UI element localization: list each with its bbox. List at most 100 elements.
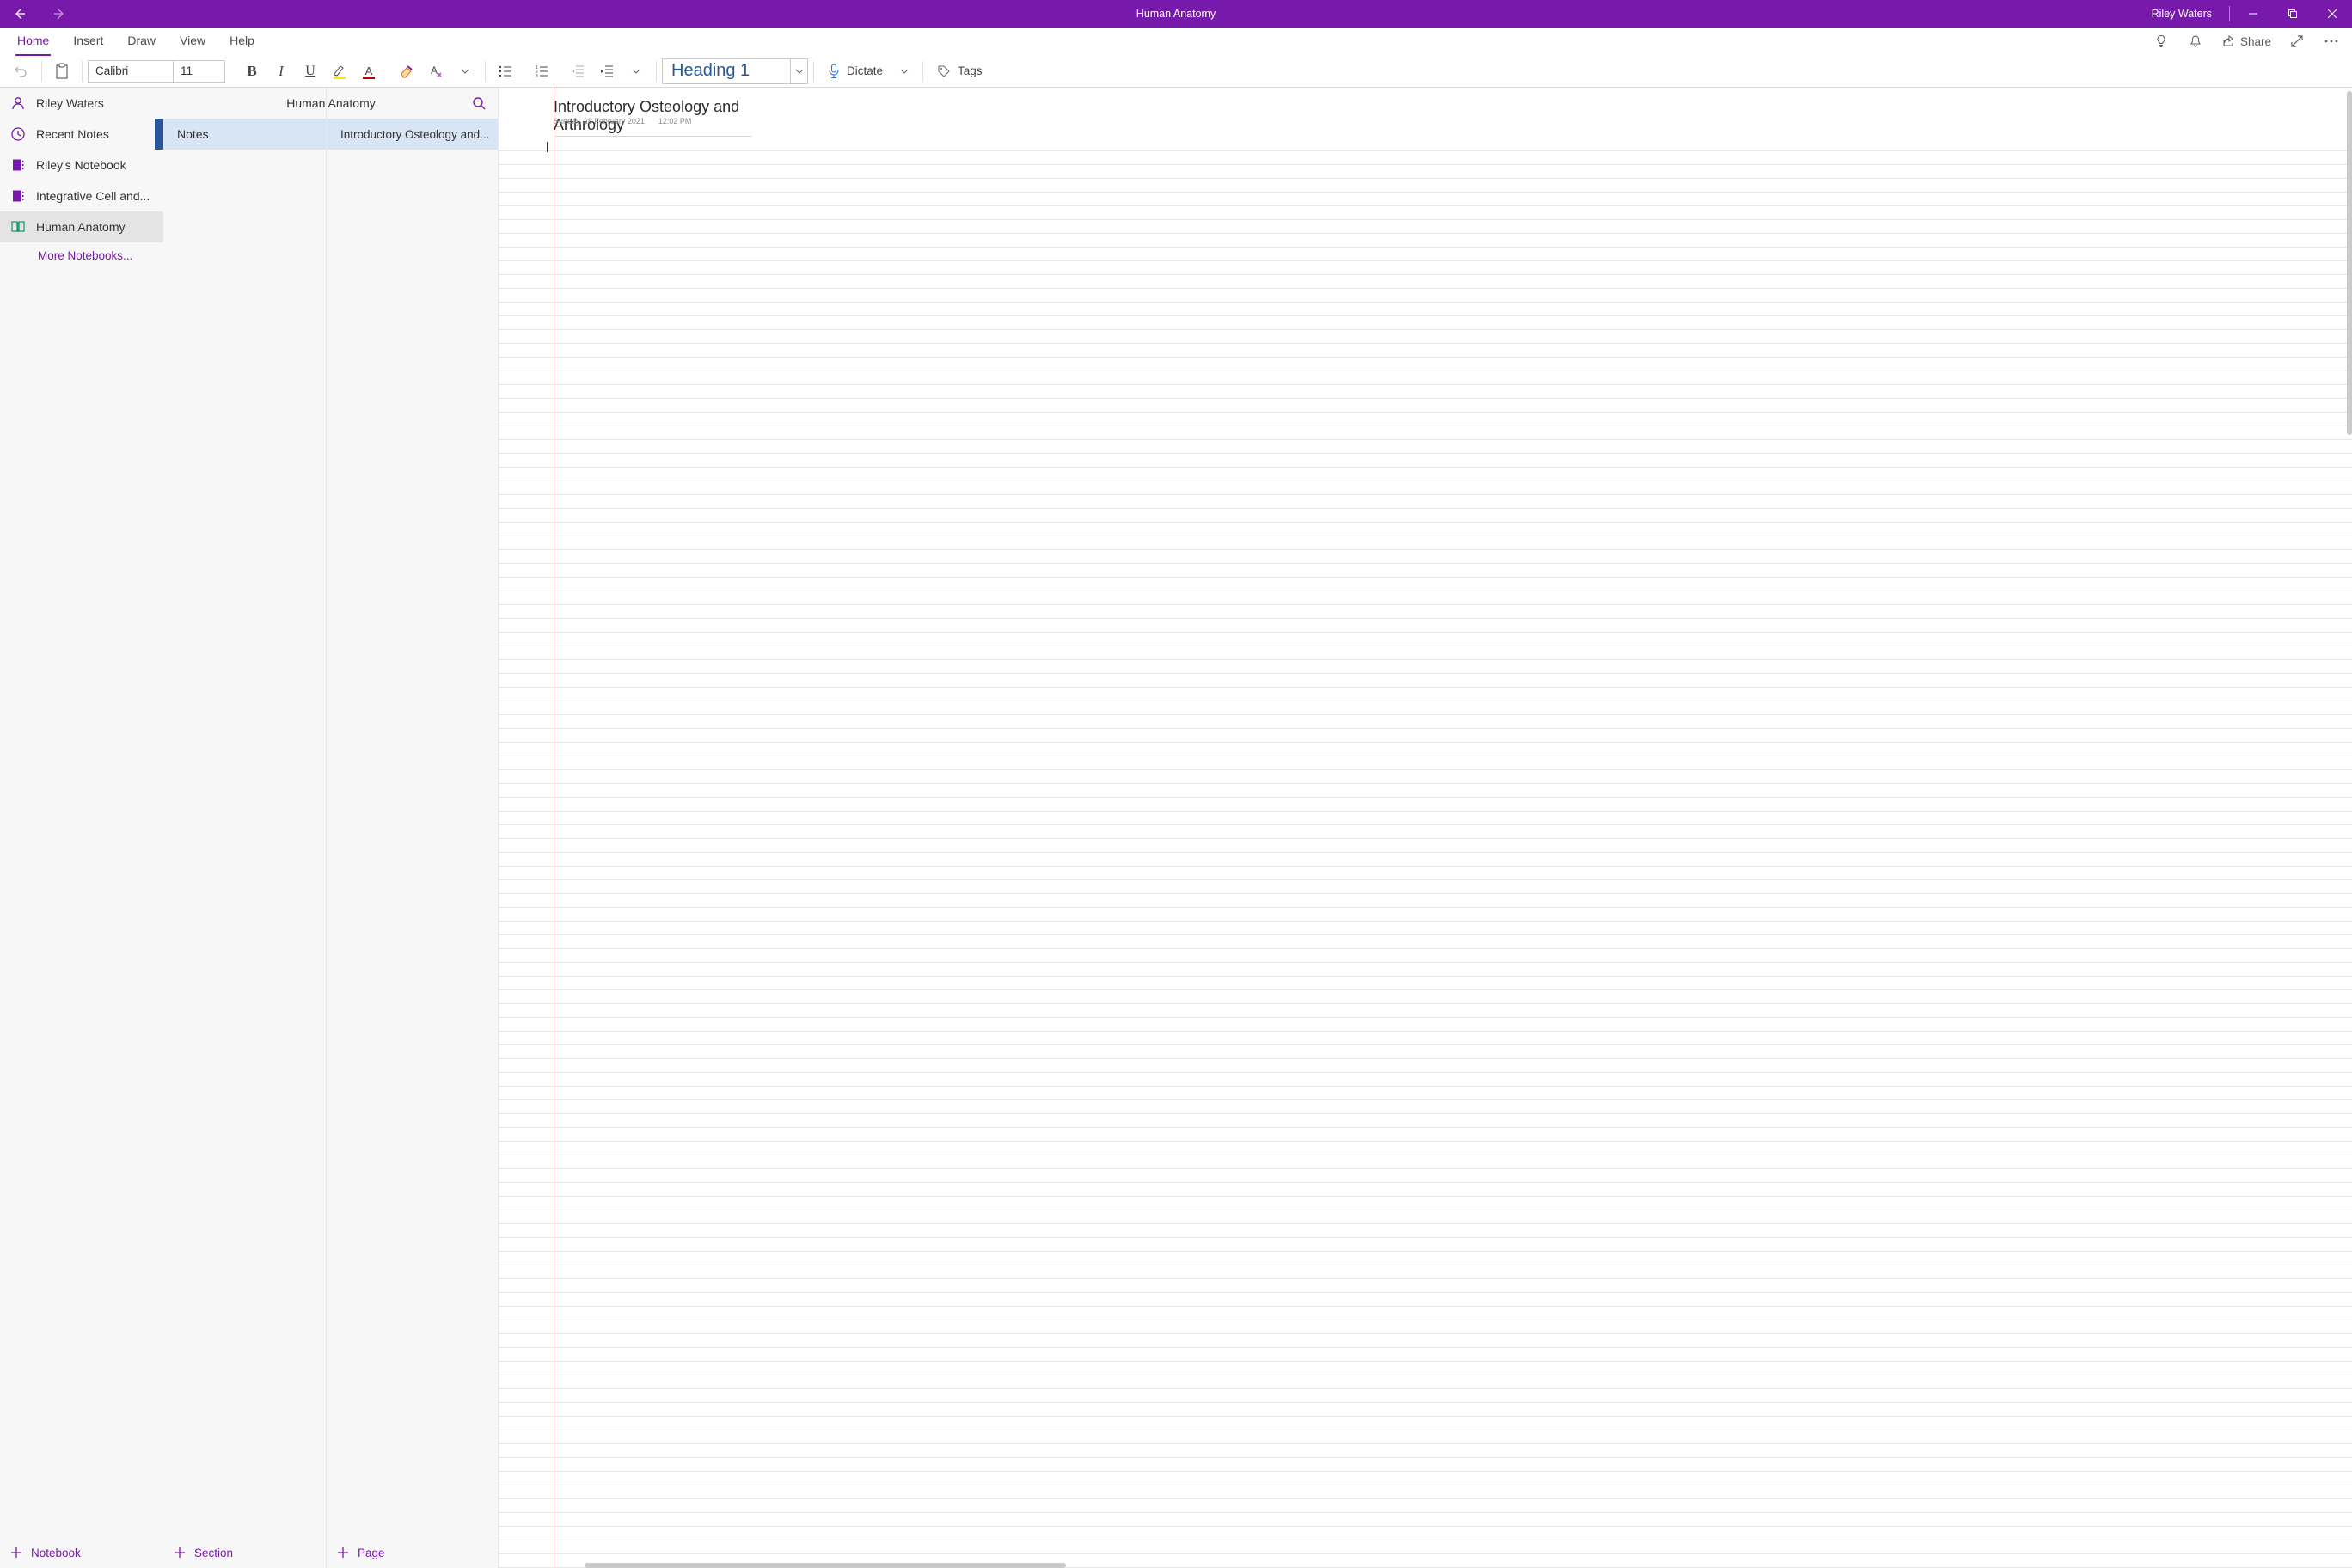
nav-forward-button[interactable] <box>40 0 79 28</box>
section-item-0[interactable]: Notes <box>163 119 326 150</box>
plus-icon <box>174 1547 186 1559</box>
style-picker[interactable]: Heading 1 <box>662 58 808 84</box>
outdent-icon <box>570 64 585 79</box>
page-label: Introductory Osteology and... <box>340 128 489 141</box>
bullet-list-button[interactable] <box>491 57 520 86</box>
style-value: Heading 1 <box>662 58 791 84</box>
nav-back-button[interactable] <box>0 0 40 28</box>
italic-button[interactable]: I <box>266 57 296 86</box>
italic-icon: I <box>279 63 284 80</box>
bullet-list-icon <box>498 64 513 79</box>
tab-home[interactable]: Home <box>5 28 61 55</box>
undo-button[interactable] <box>7 57 36 86</box>
open-notebook-icon <box>10 220 26 234</box>
fullscreen-button[interactable] <box>2280 28 2314 55</box>
tab-insert[interactable]: Insert <box>61 28 115 55</box>
indent-button[interactable] <box>592 57 622 86</box>
lightbulb-icon <box>2154 34 2168 48</box>
plus-icon <box>10 1547 22 1559</box>
section-label: Notes <box>177 127 209 141</box>
notebook-icon <box>10 158 26 172</box>
nav-recent[interactable]: Recent Notes <box>0 119 163 150</box>
search-icon <box>472 96 486 110</box>
dictate-button[interactable]: Dictate <box>819 57 917 86</box>
page-date: Sunday, 28 February 2021 <box>554 117 645 126</box>
more-font-button[interactable] <box>450 57 480 86</box>
highlighter-icon <box>332 64 347 79</box>
window-maximize-button[interactable] <box>2273 0 2312 28</box>
page-canvas[interactable]: Introductory Osteology and Arthrology Su… <box>499 88 2352 1568</box>
chevron-down-icon <box>461 69 469 74</box>
bell-icon <box>2189 34 2202 48</box>
microphone-icon <box>828 64 840 79</box>
search-button[interactable] <box>472 96 486 110</box>
nav-notebook-1[interactable]: Integrative Cell and... <box>0 181 163 211</box>
tab-help[interactable]: Help <box>217 28 266 55</box>
window-title: Human Anatomy <box>1136 8 1216 20</box>
nav-notebook-label: Human Anatomy <box>36 220 126 234</box>
pages-panel: Introductory Osteology and... Page <box>327 88 499 1568</box>
numbered-list-button[interactable]: 123 <box>527 57 556 86</box>
add-notebook-button[interactable]: Notebook <box>0 1537 163 1568</box>
numbered-list-icon: 123 <box>534 64 549 79</box>
maximize-icon <box>2288 9 2297 18</box>
nav-notebook-label: Integrative Cell and... <box>36 189 150 203</box>
clock-icon <box>10 126 26 142</box>
tag-icon <box>937 64 951 78</box>
user-name-label[interactable]: Riley Waters <box>2138 8 2226 20</box>
arrow-left-icon <box>13 7 27 21</box>
title-bar: Human Anatomy Riley Waters <box>0 0 2352 28</box>
undo-icon <box>14 64 29 79</box>
more-paragraph-button[interactable] <box>622 57 651 86</box>
styles-clear-button[interactable]: A <box>421 57 450 86</box>
vertical-scrollbar[interactable] <box>2347 91 2352 435</box>
style-dropdown-button[interactable] <box>791 58 808 84</box>
bold-button[interactable]: B <box>237 57 266 86</box>
svg-text:3: 3 <box>536 74 538 79</box>
font-size-input[interactable] <box>174 60 225 83</box>
plus-icon <box>337 1547 349 1559</box>
nav-user-label: Riley Waters <box>36 96 104 110</box>
sections-panel: Notes Section <box>163 88 327 1568</box>
add-page-label: Page <box>358 1547 385 1559</box>
tab-draw[interactable]: Draw <box>115 28 168 55</box>
paste-button[interactable] <box>47 57 77 86</box>
separator <box>41 61 42 82</box>
underline-button[interactable]: U <box>296 57 325 86</box>
window-close-button[interactable] <box>2312 0 2352 28</box>
ruled-background <box>499 138 2352 1568</box>
more-notebooks-link[interactable]: More Notebooks... <box>0 242 163 269</box>
font-color-button[interactable]: A <box>354 57 383 86</box>
separator <box>82 61 83 82</box>
outdent-button[interactable] <box>563 57 592 86</box>
tab-view[interactable]: View <box>168 28 217 55</box>
window-minimize-button[interactable] <box>2233 0 2273 28</box>
workspace: Riley Waters Recent Notes Riley's Notebo… <box>0 88 2352 1568</box>
close-icon <box>2328 9 2337 18</box>
notifications-button[interactable] <box>2178 28 2213 55</box>
sections-header <box>163 88 326 119</box>
font-name-input[interactable] <box>88 60 174 83</box>
nav-notebook-2[interactable]: Human Anatomy <box>0 211 163 242</box>
page-meta: Sunday, 28 February 2021 12:02 PM <box>554 117 691 126</box>
user-icon <box>10 95 26 111</box>
indent-icon <box>599 64 615 79</box>
share-button[interactable]: Share <box>2213 28 2280 55</box>
svg-text:A: A <box>365 64 373 77</box>
nav-user[interactable]: Riley Waters <box>0 88 163 119</box>
add-notebook-label: Notebook <box>31 1547 81 1559</box>
add-section-button[interactable]: Section <box>163 1537 326 1568</box>
highlight-button[interactable] <box>325 57 354 86</box>
separator <box>2229 6 2230 21</box>
nav-notebook-0[interactable]: Riley's Notebook <box>0 150 163 181</box>
page-item-0[interactable]: Introductory Osteology and... <box>327 119 498 150</box>
add-page-button[interactable]: Page <box>327 1537 498 1568</box>
separator <box>656 61 657 82</box>
tags-label: Tags <box>958 64 983 77</box>
clear-formatting-button[interactable] <box>392 57 421 86</box>
chevron-down-icon <box>900 69 909 74</box>
lightbulb-button[interactable] <box>2144 28 2178 55</box>
horizontal-scrollbar[interactable] <box>585 1563 1066 1568</box>
tags-button[interactable]: Tags <box>928 57 991 86</box>
more-options-button[interactable] <box>2314 28 2349 55</box>
